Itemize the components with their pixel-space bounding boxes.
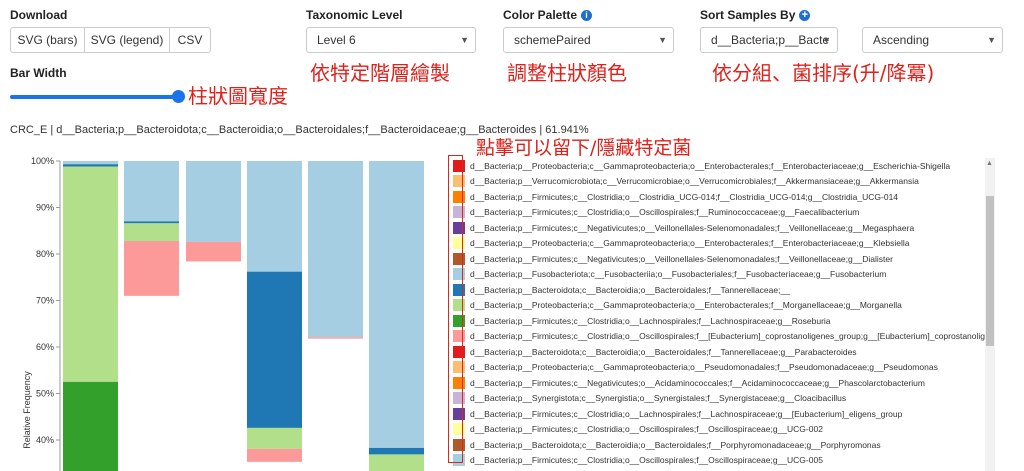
legend-label: d__Bacteria;p__Firmicutes;c__Negativicut… <box>470 222 915 233</box>
legend-item[interactable]: d__Bacteria;p__Synergistota;c__Synergist… <box>453 391 846 406</box>
bar-segment[interactable] <box>63 164 118 167</box>
sort-samples-select[interactable]: d__Bacteria;p__Bacte ▼ <box>700 27 838 53</box>
color-palette-label: Color Palette i <box>503 8 593 22</box>
y-tick-label: 80% <box>36 249 54 259</box>
bar-segment[interactable] <box>369 161 424 448</box>
legend-label: d__Bacteria;p__Bacteroidota;c__Bacteroid… <box>470 284 790 295</box>
legend-item[interactable]: d__Bacteria;p__Bacteroidota;c__Bacteroid… <box>453 437 881 452</box>
annotation-sort: 依分組、菌排序(升/降冪) <box>712 61 935 85</box>
legend-item[interactable]: d__Bacteria;p__Verrucomicrobiota;c__Verr… <box>453 174 919 189</box>
legend-item[interactable]: d__Bacteria;p__Bacteroidota;c__Bacteroid… <box>453 282 790 297</box>
bar-segment[interactable] <box>63 161 118 165</box>
legend-label: d__Bacteria;p__Fusobacteriota;c__Fusobac… <box>470 269 887 279</box>
legend-item[interactable]: d__Bacteria;p__Firmicutes;c__Clostridia;… <box>453 422 823 437</box>
legend-label: d__Bacteria;p__Bacteroidota;c__Bacteroid… <box>470 439 881 450</box>
legend-item[interactable]: d__Bacteria;p__Firmicutes;c__Negativicut… <box>453 251 893 266</box>
legend-label: d__Bacteria;p__Proteobacteria;c__Gammapr… <box>470 238 910 248</box>
legend-label: d__Bacteria;p__Verrucomicrobiota;c__Verr… <box>470 176 919 186</box>
bar-segment[interactable] <box>124 240 179 296</box>
legend-item[interactable]: d__Bacteria;p__Firmicutes;c__Clostridia;… <box>453 406 902 421</box>
legend-item[interactable]: d__Bacteria;p__Firmicutes;c__Clostridia;… <box>453 313 831 328</box>
color-palette-label-text: Color Palette <box>503 8 578 22</box>
legend-highlight-box <box>448 155 463 463</box>
bar-segment[interactable] <box>308 337 363 339</box>
legend-label: d__Bacteria;p__Firmicutes;c__Clostridia;… <box>470 455 823 465</box>
legend-label: d__Bacteria;p__Proteobacteria;c__Gammapr… <box>470 160 951 171</box>
legend-item[interactable]: d__Bacteria;p__Proteobacteria;c__Gammapr… <box>453 298 902 313</box>
legend-item[interactable]: d__Bacteria;p__Firmicutes;c__Clostridia;… <box>453 453 823 468</box>
bar-segment[interactable] <box>63 381 118 471</box>
y-tick-label: 70% <box>36 296 54 306</box>
bar-segment[interactable] <box>247 427 302 449</box>
legend-label: d__Bacteria;p__Firmicutes;c__Clostridia;… <box>470 315 831 326</box>
y-tick-label: 100% <box>31 156 54 166</box>
legend-label: d__Bacteria;p__Firmicutes;c__Clostridia;… <box>470 424 823 434</box>
legend-item[interactable]: d__Bacteria;p__Fusobacteriota;c__Fusobac… <box>453 267 886 282</box>
y-tick-label: 40% <box>36 435 54 445</box>
legend-label: d__Bacteria;p__Firmicutes;c__Negativicut… <box>470 377 925 388</box>
legend-label: d__Bacteria;p__Firmicutes;c__Negativicut… <box>470 253 893 264</box>
bar-segment[interactable] <box>186 241 241 262</box>
legend-scrollbar-thumb[interactable] <box>986 196 994 346</box>
sort-samples-label: Sort Samples By + <box>700 8 811 22</box>
legend-label: d__Bacteria;p__Proteobacteria;c__Gammapr… <box>470 362 938 372</box>
scroll-up-icon[interactable]: ▲ <box>986 160 993 167</box>
legend-item[interactable]: d__Bacteria;p__Proteobacteria;c__Gammapr… <box>453 360 938 375</box>
y-tick-label: 50% <box>36 389 54 399</box>
legend-item[interactable]: d__Bacteria;p__Firmicutes;c__Clostridia;… <box>453 329 985 344</box>
legend-label: d__Bacteria;p__Proteobacteria;c__Gammapr… <box>470 300 902 310</box>
bar-segment[interactable] <box>369 447 424 455</box>
bar-segment[interactable] <box>186 161 241 242</box>
bar-segment[interactable] <box>308 161 363 338</box>
info-icon[interactable]: i <box>581 10 593 21</box>
bar-segment[interactable] <box>247 271 302 428</box>
sort-order-value: Ascending <box>873 33 930 47</box>
legend-item[interactable]: d__Bacteria;p__Proteobacteria;c__Gammapr… <box>453 236 909 251</box>
bar-segment[interactable] <box>124 161 179 222</box>
bar-segment[interactable] <box>124 221 179 224</box>
bar-segment[interactable] <box>369 454 424 471</box>
bar-segment[interactable] <box>124 223 179 241</box>
legend-label: d__Bacteria;p__Firmicutes;c__Clostridia;… <box>470 331 985 341</box>
legend-item[interactable]: d__Bacteria;p__Proteobacteria;c__Gammapr… <box>453 158 950 173</box>
chevron-down-icon: ▼ <box>822 35 831 45</box>
legend-item[interactable]: d__Bacteria;p__Bacteroidota;c__Bacteroid… <box>453 344 857 359</box>
legend-item[interactable]: d__Bacteria;p__Firmicutes;c__Clostridia;… <box>453 205 859 220</box>
legend-item[interactable]: d__Bacteria;p__Firmicutes;c__Negativicut… <box>453 375 925 390</box>
legend-label: d__Bacteria;p__Bacteroidota;c__Bacteroid… <box>470 346 857 357</box>
bar-segment[interactable] <box>247 161 302 272</box>
legend-item[interactable]: d__Bacteria;p__Firmicutes;c__Clostridia;… <box>453 189 898 204</box>
legend-label: d__Bacteria;p__Synergistota;c__Synergist… <box>470 393 847 403</box>
legend: d__Bacteria;p__Proteobacteria;c__Gammapr… <box>450 158 985 471</box>
stacked-bar-chart: 100% 90% 80% 70% 60% 50% 40% <box>31 156 424 471</box>
legend-label: d__Bacteria;p__Firmicutes;c__Clostridia;… <box>470 191 899 202</box>
legend-label: d__Bacteria;p__Firmicutes;c__Clostridia;… <box>470 408 903 419</box>
color-palette-value: schemePaired <box>514 33 591 47</box>
y-axis-title: Relative Frequency <box>21 371 32 449</box>
plus-circle-icon[interactable]: + <box>799 10 811 21</box>
bar-segment[interactable] <box>63 166 118 382</box>
sort-order-select[interactable]: Ascending ▼ <box>862 27 1003 53</box>
chevron-down-icon: ▼ <box>658 35 667 45</box>
y-tick-label: 60% <box>36 342 54 352</box>
chevron-down-icon: ▼ <box>460 35 469 45</box>
annotation-legend: 點擊可以留下/隱藏特定菌 <box>476 137 692 159</box>
y-tick-label: 90% <box>36 203 54 213</box>
sort-samples-value: d__Bacteria;p__Bacte <box>711 33 830 47</box>
sort-samples-label-text: Sort Samples By <box>700 8 796 22</box>
legend-item[interactable]: d__Bacteria;p__Firmicutes;c__Negativicut… <box>453 220 914 235</box>
legend-label: d__Bacteria;p__Firmicutes;c__Clostridia;… <box>470 207 860 217</box>
color-palette-select[interactable]: schemePaired ▼ <box>503 27 674 53</box>
annotation-color-palette: 調整柱狀顏色 <box>507 61 627 85</box>
chevron-down-icon: ▼ <box>987 35 996 45</box>
bar-segment[interactable] <box>247 448 302 462</box>
